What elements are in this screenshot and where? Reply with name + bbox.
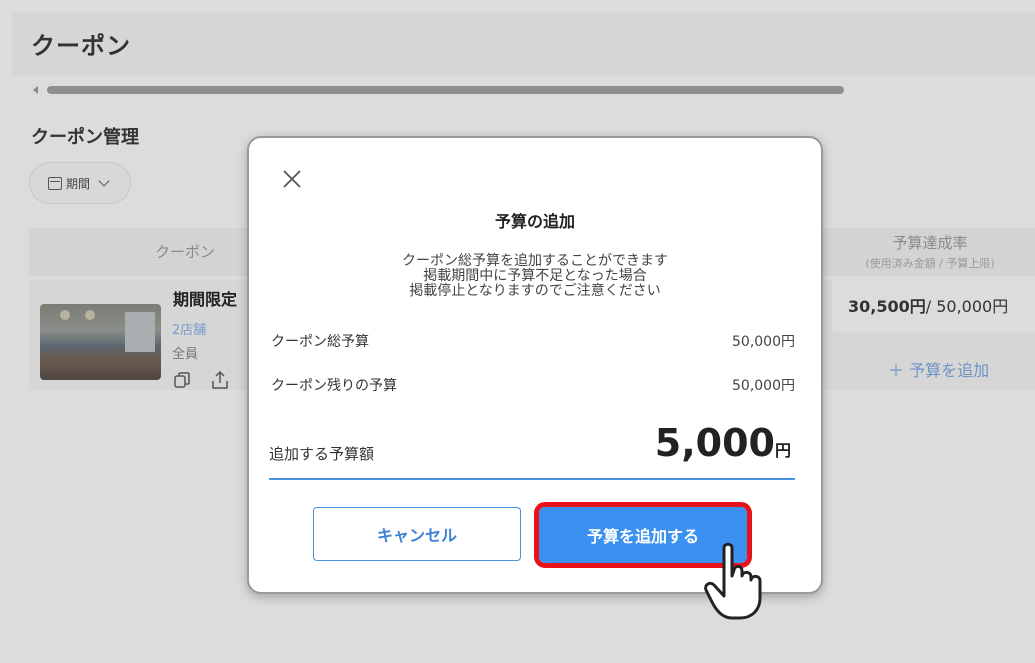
column-header-coupon: クーポン — [155, 243, 216, 261]
horizontal-scrollbar[interactable] — [47, 86, 844, 94]
total-budget-value: 50,000円 — [732, 334, 795, 350]
modal-description-line: 掲載停止となりますのでご注意ください — [409, 283, 661, 299]
total-budget-row: クーポン総予算 50,000円 — [271, 331, 795, 351]
scroll-left-icon[interactable] — [33, 86, 38, 94]
page-title: クーポン — [31, 32, 131, 60]
add-amount-input[interactable]: 5,000円 — [655, 421, 791, 465]
close-icon[interactable] — [281, 168, 303, 190]
amount-input-underline — [269, 478, 795, 480]
share-icon[interactable] — [210, 370, 230, 390]
page-header — [12, 12, 1035, 76]
budget-achievement-value: 30,500円/ 50,000円 — [848, 293, 1008, 317]
column-header-rate-sub: (使用済み金額 / 予算上限) — [865, 257, 995, 270]
calendar-icon — [48, 176, 62, 190]
coupon-name[interactable]: 期間限定 — [173, 286, 237, 310]
add-budget-link[interactable]: ＋ 予算を追加 — [888, 357, 989, 381]
copy-icon[interactable] — [174, 372, 190, 388]
period-filter-button[interactable]: 期間 — [29, 162, 131, 204]
period-label: 期間 — [66, 176, 91, 191]
modal-description-line: 掲載期間中に予算不足となった場合 — [423, 268, 647, 284]
remaining-budget-label: クーポン残りの予算 — [271, 378, 397, 394]
budget-limit: / 50,000円 — [925, 297, 1009, 316]
section-title: クーポン管理 — [31, 127, 139, 148]
add-amount-unit: 円 — [774, 441, 791, 460]
used-amount: 30,500円 — [848, 297, 926, 316]
remaining-budget-value: 50,000円 — [732, 378, 795, 394]
column-header-rate: 予算達成率 — [892, 234, 968, 252]
coupon-stores-link[interactable]: 2店舗 — [172, 319, 206, 338]
total-budget-label: クーポン総予算 — [271, 334, 369, 350]
remaining-budget-row: クーポン残りの予算 50,000円 — [271, 375, 795, 395]
add-amount-value: 5,000 — [654, 421, 775, 465]
add-budget-modal: 予算の追加 クーポン総予算を追加することができます 掲載期間中に予算不足となった… — [247, 136, 823, 594]
coupon-target: 全員 — [172, 347, 199, 362]
add-amount-label: 追加する予算額 — [269, 445, 375, 463]
modal-title: 予算の追加 — [494, 212, 575, 231]
coupon-thumbnail — [40, 304, 161, 380]
pointer-hand-icon — [704, 542, 762, 620]
modal-description: クーポン総予算を追加することができます 掲載期間中に予算不足となった場合 掲載停… — [249, 254, 821, 299]
cancel-button[interactable]: キャンセル — [313, 507, 521, 561]
chevron-down-icon — [98, 175, 110, 187]
modal-description-line: クーポン総予算を追加することができます — [402, 253, 668, 269]
